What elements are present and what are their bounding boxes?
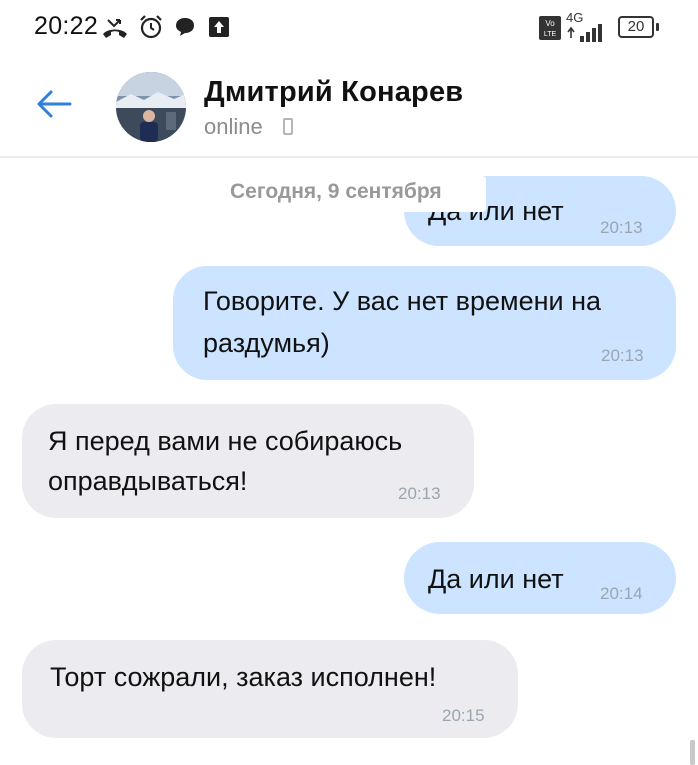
battery-level: 20 (627, 18, 645, 35)
date-separator-text: Сегодня, 9 сентября (230, 180, 442, 203)
svg-text:LTE: LTE (544, 31, 557, 38)
message-text: Торт сожрали, заказ исполнен! (50, 662, 437, 692)
chat-header: Дмитрий Конарев online (0, 56, 698, 158)
message-text-line: Я перед вами не собираюсь (48, 426, 403, 456)
message-time: 20:13 (398, 484, 441, 503)
message-text-line: оправдываться! (48, 466, 248, 496)
message-text-line: Говорите. У вас нет времени на (203, 286, 602, 316)
svg-text:Vo: Vo (545, 19, 555, 28)
message-time: 20:13 (600, 218, 643, 237)
contact-status: online (204, 114, 263, 139)
message-time: 20:14 (600, 584, 643, 603)
message-time: 20:13 (601, 346, 644, 365)
message-time: 20:15 (442, 706, 485, 725)
mobile-device-icon (283, 118, 293, 135)
message-bubble-outgoing[interactable]: Да или нет 20:14 (404, 542, 676, 614)
date-separator: Сегодня, 9 сентября (216, 176, 486, 212)
scrollbar[interactable] (690, 740, 695, 765)
message-bubble-outgoing[interactable]: Говорите. У вас нет времени на раздумья)… (173, 266, 676, 380)
status-bar: 20:22 Vo LTE 4G 20 (0, 0, 698, 56)
message-list[interactable]: Да или нет 20:13 Сегодня, 9 сентября Гов… (0, 158, 698, 765)
status-time: 20:22 (34, 12, 99, 40)
battery-icon: 20 (618, 16, 654, 38)
missed-call-icon (103, 19, 127, 38)
back-arrow-icon[interactable] (34, 84, 74, 124)
upload-icon (209, 17, 229, 37)
message-bubble-incoming[interactable]: Я перед вами не собираюсь оправдываться!… (22, 404, 474, 518)
volte-icon: Vo LTE (539, 16, 561, 40)
message-text: Да или нет (428, 564, 564, 594)
message-text-line: раздумья) (203, 328, 330, 358)
message-bubble-incoming[interactable]: Торт сожрали, заказ исполнен! 20:15 (22, 640, 518, 738)
contact-avatar[interactable] (116, 72, 186, 142)
alarm-icon (140, 15, 162, 39)
contact-name[interactable]: Дмитрий Конарев (204, 76, 463, 109)
chat-icon (176, 18, 194, 36)
signal-icon (567, 24, 602, 42)
